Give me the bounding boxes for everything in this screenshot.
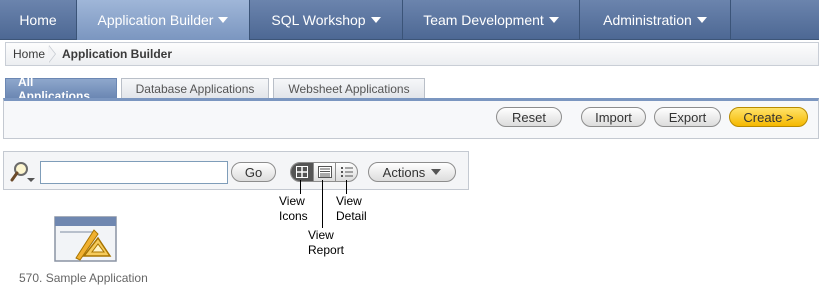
tab-administration-label: Administration	[603, 12, 692, 28]
search-input[interactable]	[40, 161, 228, 184]
tab-home[interactable]: Home	[0, 0, 77, 40]
view-report-annotation-line2: Report	[308, 243, 345, 257]
actions-menu-button[interactable]: Actions	[368, 162, 456, 182]
top-nav: Home Application Builder SQL Workshop Te…	[0, 0, 819, 40]
tab-home-label: Home	[19, 12, 57, 28]
view-detail-annotation-line1: View	[336, 194, 362, 208]
detail-list-icon	[340, 167, 353, 177]
view-detail-callout-line	[346, 180, 347, 194]
view-icons-callout-line	[300, 180, 301, 194]
tab-team-development-label: Team Development	[423, 12, 544, 28]
search-icon[interactable]	[9, 160, 37, 184]
view-detail-annotation-line2: Detail	[336, 209, 367, 223]
chevron-down-icon	[548, 17, 559, 23]
application-filter-tabs: All Applications Database Applications W…	[5, 75, 429, 103]
tab-database-applications[interactable]: Database Applications	[121, 78, 269, 98]
breadcrumb-current: Application Builder	[62, 47, 173, 61]
export-button[interactable]: Export	[654, 107, 721, 127]
view-icons-annotation-line1: View	[279, 194, 305, 208]
chevron-down-icon	[370, 17, 381, 23]
chevron-down-icon	[431, 169, 442, 175]
import-button[interactable]: Import	[581, 107, 646, 127]
tab-team-development[interactable]: Team Development	[403, 0, 580, 40]
tab-application-builder[interactable]: Application Builder	[77, 0, 250, 40]
report-icon	[317, 166, 332, 178]
application-label[interactable]: 570. Sample Application	[19, 271, 148, 285]
chevron-down-icon	[218, 17, 229, 23]
breadcrumb: Home Application Builder	[5, 42, 819, 66]
grid-icon	[296, 166, 308, 178]
view-report-annotation-line1: View	[308, 228, 334, 242]
view-toggle	[290, 162, 358, 182]
breadcrumb-home-link[interactable]: Home	[13, 47, 45, 61]
tab-administration[interactable]: Administration	[580, 0, 731, 40]
view-icons-button[interactable]	[291, 163, 313, 181]
create-button[interactable]: Create >	[729, 107, 808, 127]
tab-all-applications[interactable]: All Applications	[5, 75, 117, 103]
go-button[interactable]: Go	[231, 162, 276, 182]
view-icons-annotation: View Icons	[279, 194, 308, 224]
tab-sql-workshop[interactable]: SQL Workshop	[250, 0, 403, 40]
view-report-callout-line	[322, 180, 323, 228]
chevron-down-icon	[696, 17, 707, 23]
tab-application-builder-label: Application Builder	[97, 12, 214, 28]
view-detail-annotation: View Detail	[336, 194, 367, 224]
tab-sql-workshop-label: SQL Workshop	[271, 12, 366, 28]
actions-label: Actions	[382, 164, 426, 180]
application-icon[interactable]	[54, 216, 117, 262]
view-report-annotation: View Report	[308, 228, 344, 258]
view-detail-button[interactable]	[335, 163, 357, 181]
view-report-button[interactable]	[313, 163, 335, 181]
tab-websheet-applications[interactable]: Websheet Applications	[273, 78, 425, 98]
reset-button[interactable]: Reset	[496, 107, 562, 127]
view-icons-annotation-line2: Icons	[279, 209, 308, 223]
breadcrumb-separator-icon	[48, 43, 58, 65]
